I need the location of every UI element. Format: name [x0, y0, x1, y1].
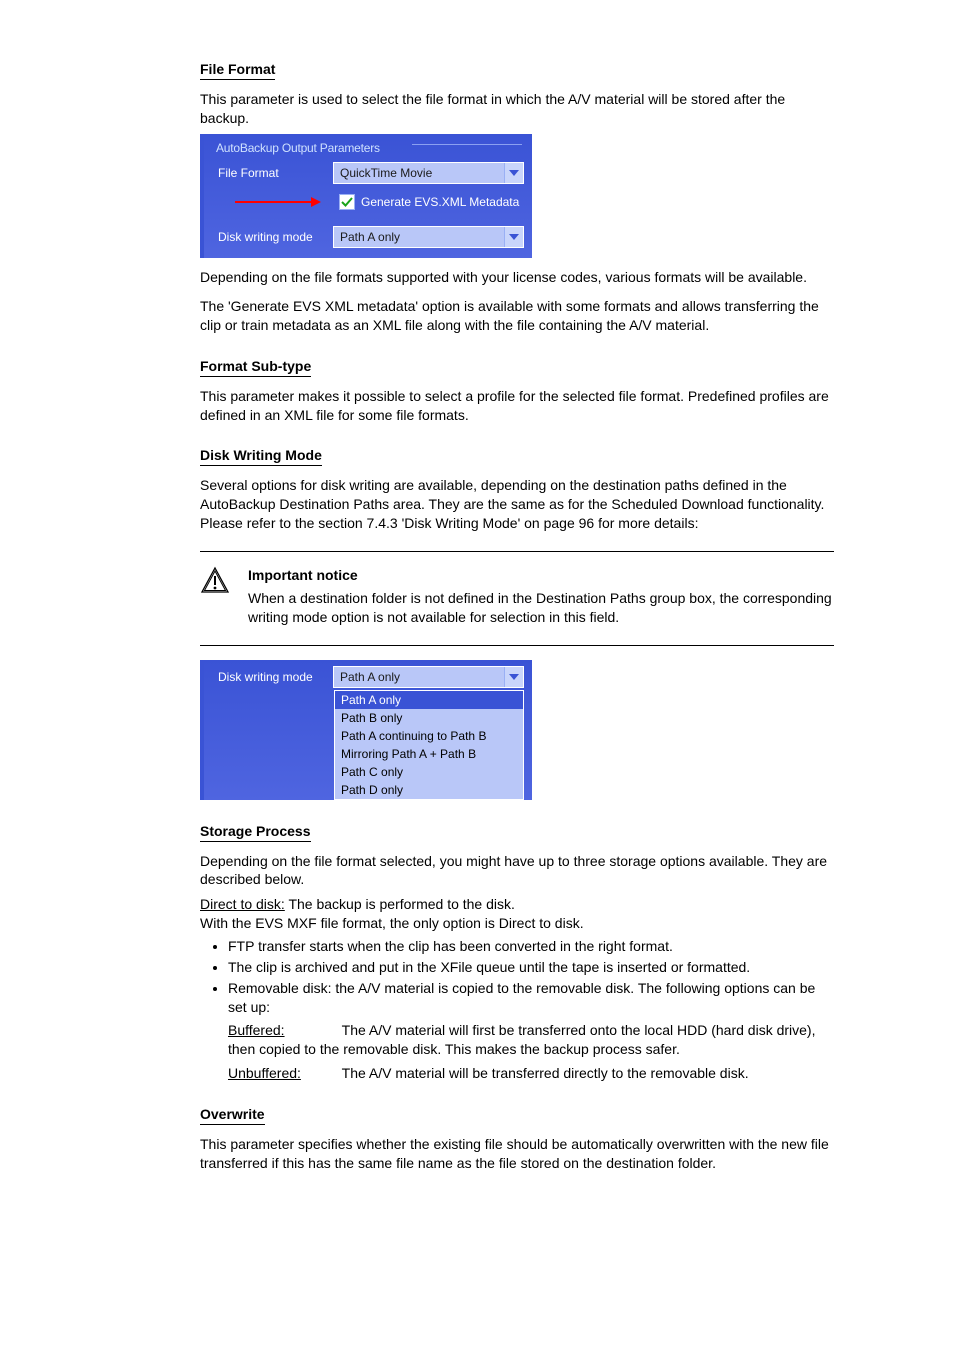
autobackup-legend: AutoBackup Output Parameters — [204, 134, 532, 160]
option-path-c-only[interactable]: Path C only — [335, 763, 523, 781]
storage-suboptions: Buffered: The A/V material will first be… — [200, 1021, 834, 1084]
storage-direct-line: Direct to disk: The backup is performed … — [200, 895, 834, 914]
storage-intro: Depending on the file format selected, y… — [200, 852, 834, 890]
divider-top — [200, 551, 834, 552]
chevron-down-icon — [509, 674, 519, 680]
option-path-b-only[interactable]: Path B only — [335, 709, 523, 727]
storage-direct-note: With the EVS MXF file format, the only o… — [200, 914, 834, 933]
generate-xml-row: Generate EVS.XML Metadata — [204, 194, 532, 224]
option-path-a-continuing[interactable]: Path A continuing to Path B — [335, 727, 523, 745]
notice-title: Important notice — [248, 566, 834, 585]
file-format-select[interactable]: QuickTime Movie — [333, 162, 524, 184]
heading-disk-writing: Disk Writing Mode — [200, 446, 322, 466]
overwrite-paragraph: This parameter specifies whether the exi… — [200, 1135, 834, 1173]
file-format-select-value: QuickTime Movie — [334, 163, 504, 183]
storage-direct-label: Direct to disk: — [200, 896, 285, 912]
file-format-select-dropdown-button[interactable] — [504, 163, 523, 183]
disk-mode-open-select[interactable]: Path A only — [333, 666, 524, 688]
divider-bottom — [200, 645, 834, 646]
checkmark-icon — [341, 196, 353, 208]
unbuffered-label: Unbuffered: — [228, 1064, 338, 1083]
file-format-paragraph-1: This parameter is used to select the fil… — [200, 90, 834, 128]
file-format-paragraph-3: The 'Generate EVS XML metadata' option i… — [200, 297, 834, 335]
disk-mode-select[interactable]: Path A only — [333, 226, 524, 248]
disk-mode-open-row: Disk writing mode Path A only — [204, 660, 532, 690]
format-subtype-paragraph: This parameter makes it possible to sele… — [200, 387, 834, 425]
bullet-ftp: FTP transfer starts when the clip has be… — [228, 937, 834, 956]
buffered-line: Buffered: The A/V material will first be… — [228, 1021, 834, 1059]
file-format-row: File Format QuickTime Movie — [204, 160, 532, 194]
disk-mode-open-value: Path A only — [334, 667, 504, 687]
important-notice: Important notice When a destination fold… — [200, 566, 834, 627]
file-format-paragraph-2: Depending on the file formats supported … — [200, 268, 834, 287]
heading-file-format: File Format — [200, 60, 275, 80]
notice-text: Important notice When a destination fold… — [248, 566, 834, 627]
buffered-label: Buffered: — [228, 1021, 338, 1040]
checkbox-box — [339, 194, 355, 210]
heading-storage-process: Storage Process — [200, 822, 311, 842]
storage-bullet-list: FTP transfer starts when the clip has be… — [200, 937, 834, 1017]
disk-mode-label: Disk writing mode — [218, 229, 323, 245]
disk-mode-open-dropdown-button[interactable] — [504, 667, 523, 687]
warning-icon — [200, 566, 230, 596]
option-mirroring[interactable]: Mirroring Path A + Path B — [335, 745, 523, 763]
heading-format-subtype: Format Sub-type — [200, 357, 311, 377]
autobackup-output-panel: AutoBackup Output Parameters File Format… — [200, 134, 532, 258]
disk-mode-open-label: Disk writing mode — [218, 669, 323, 685]
disk-mode-select-dropdown-button[interactable] — [504, 227, 523, 247]
heading-overwrite: Overwrite — [200, 1105, 265, 1125]
option-path-d-only[interactable]: Path D only — [335, 781, 523, 799]
chevron-down-icon — [509, 170, 519, 176]
generate-xml-checkbox[interactable]: Generate EVS.XML Metadata — [339, 194, 519, 210]
page-root: File Format This parameter is used to se… — [0, 0, 954, 1350]
disk-mode-option-list: Path A only Path B only Path A continuin… — [334, 690, 524, 800]
disk-mode-panel-open: Disk writing mode Path A only Path A onl… — [200, 660, 532, 800]
bullet-archive: The clip is archived and put in the XFil… — [228, 958, 834, 977]
red-arrow-icon — [233, 195, 323, 209]
file-format-label: File Format — [218, 165, 323, 181]
fieldset-line — [412, 144, 522, 145]
chevron-down-icon — [509, 234, 519, 240]
disk-writing-paragraph: Several options for disk writing are ava… — [200, 476, 834, 533]
notice-body: When a destination folder is not defined… — [248, 589, 834, 627]
disk-mode-select-value: Path A only — [334, 227, 504, 247]
disk-mode-row: Disk writing mode Path A only — [204, 224, 532, 258]
bullet-removable: Removable disk: the A/V material is copi… — [228, 979, 834, 1017]
unbuffered-text: The A/V material will be transferred dir… — [338, 1065, 749, 1081]
option-path-a-only[interactable]: Path A only — [335, 691, 523, 709]
unbuffered-line: Unbuffered: The A/V material will be tra… — [228, 1064, 834, 1083]
storage-direct-text: The backup is performed to the disk. — [285, 896, 515, 912]
generate-xml-label: Generate EVS.XML Metadata — [361, 194, 519, 210]
